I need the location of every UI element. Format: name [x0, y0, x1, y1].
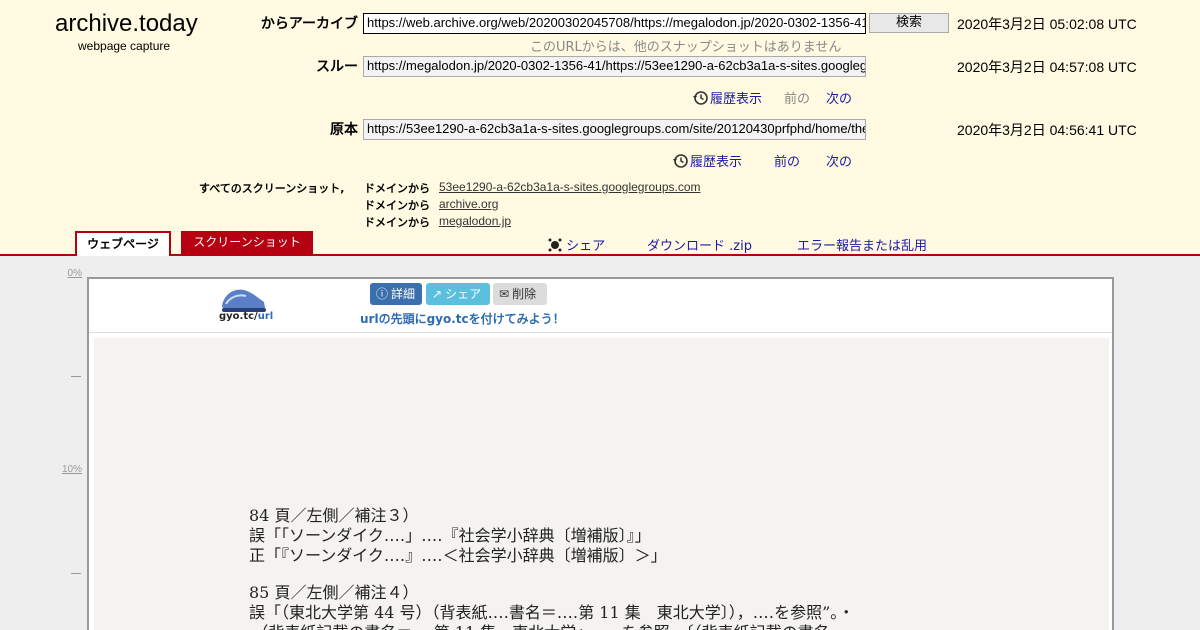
scanned-document-image: 84 頁／左側／補注３） 誤「「ソーンダイク‥‥」‥‥『社会学小辞典〔増補版〕』…: [94, 338, 1109, 630]
tab-screenshot[interactable]: スクリーンショット: [181, 231, 313, 256]
domain-link-googlegroups[interactable]: 53ee1290-a-62cb3a1a-s-sites.googlegroups…: [439, 180, 701, 194]
from-domain-label-1: ドメインから: [364, 182, 430, 195]
original-history-link[interactable]: 履歴表示: [672, 151, 742, 170]
history-clock-icon: [693, 91, 708, 105]
ruler-tick: [71, 573, 81, 574]
scan-text-line: 正「『ソーンダイク‥‥』‥‥＜社会学小辞典〔増補版〕＞」: [249, 546, 667, 565]
original-prev-link[interactable]: 前の: [774, 151, 800, 170]
through-label: スルー: [316, 59, 358, 75]
ruler-label-top[interactable]: 0%: [0, 268, 82, 279]
original-timestamp: 2020年3月2日 04:56:41 UTC: [957, 122, 1137, 138]
share-arrow-icon: ↗: [432, 287, 443, 301]
through-url-field[interactable]: https://megalodon.jp/2020-0302-1356-41/h…: [363, 56, 866, 77]
from-domain-label-2: ドメインから: [364, 199, 430, 212]
all-screenshots-label: すべてのスクリーンショット,: [199, 182, 345, 195]
archived-from-timestamp: 2020年3月2日 05:02:08 UTC: [957, 16, 1137, 32]
original-history-label: 履歴表示: [690, 155, 743, 170]
tab-webpage[interactable]: ウェブページ: [75, 231, 171, 256]
through-history-link[interactable]: 履歴表示: [692, 88, 762, 107]
detail-button[interactable]: ⓘ 詳細: [370, 283, 422, 305]
original-next-link[interactable]: 次の: [826, 151, 852, 170]
gyo-shoe-logo-icon[interactable]: [218, 284, 268, 314]
gyo-promo-text: urlの先頭にgyo.tcを付けてみよう！: [360, 312, 565, 326]
share-icon: [548, 238, 562, 252]
scan-text-line: ‥‥（背表紙記載の書名＝‥‥第 11 集 東北大学」，‥‥を参照。〔（背表紙記載…: [231, 619, 830, 630]
download-zip-link[interactable]: ダウンロード .zip: [647, 235, 752, 254]
archived-page-frame: gyo.tc/url ⓘ 詳細 ↗ シェア ✉ 削除 urlの先頭にgyo.tcを付け…: [87, 277, 1114, 630]
domain-link-archive-org[interactable]: archive.org: [439, 197, 498, 211]
gyo-logo-caption: gyo.tc/url: [219, 311, 274, 322]
no-other-snapshots-note: このURLからは、他のスナップショットはありません: [530, 40, 842, 55]
search-button[interactable]: 検索: [869, 13, 949, 33]
delete-button[interactable]: ✉ 削除: [493, 283, 547, 305]
frame-divider: [89, 332, 1112, 333]
through-next-link[interactable]: 次の: [826, 88, 852, 107]
archived-from-url-field[interactable]: https://web.archive.org/web/202003020457…: [363, 13, 866, 34]
original-url-field[interactable]: https://53ee1290-a-62cb3a1a-s-sites.goog…: [363, 119, 866, 140]
from-domain-label-3: ドメインから: [364, 216, 430, 229]
share-label: シェア: [566, 239, 606, 254]
original-label: 原本: [330, 122, 358, 138]
ruler-label-mid[interactable]: 10%: [0, 464, 82, 475]
archived-from-label: からアーカイブ: [260, 16, 358, 32]
domain-link-megalodon[interactable]: megalodon.jp: [439, 214, 511, 228]
site-logo-subtitle: webpage capture: [78, 39, 171, 53]
archive-header: archive.today webpage capture からアーカイブ ht…: [0, 0, 1200, 256]
info-icon: ⓘ: [376, 287, 389, 301]
report-abuse-link[interactable]: エラー報告または乱用: [797, 235, 927, 254]
history-clock-icon: [673, 154, 688, 168]
envelope-icon: ✉: [499, 287, 510, 301]
ruler-tick: [71, 376, 81, 377]
through-history-label: 履歴表示: [710, 92, 763, 107]
through-timestamp: 2020年3月2日 04:57:08 UTC: [957, 59, 1137, 75]
share-link[interactable]: シェア: [548, 235, 605, 254]
through-prev-link: 前の: [784, 92, 811, 107]
frame-share-button[interactable]: ↗ シェア: [426, 283, 490, 305]
